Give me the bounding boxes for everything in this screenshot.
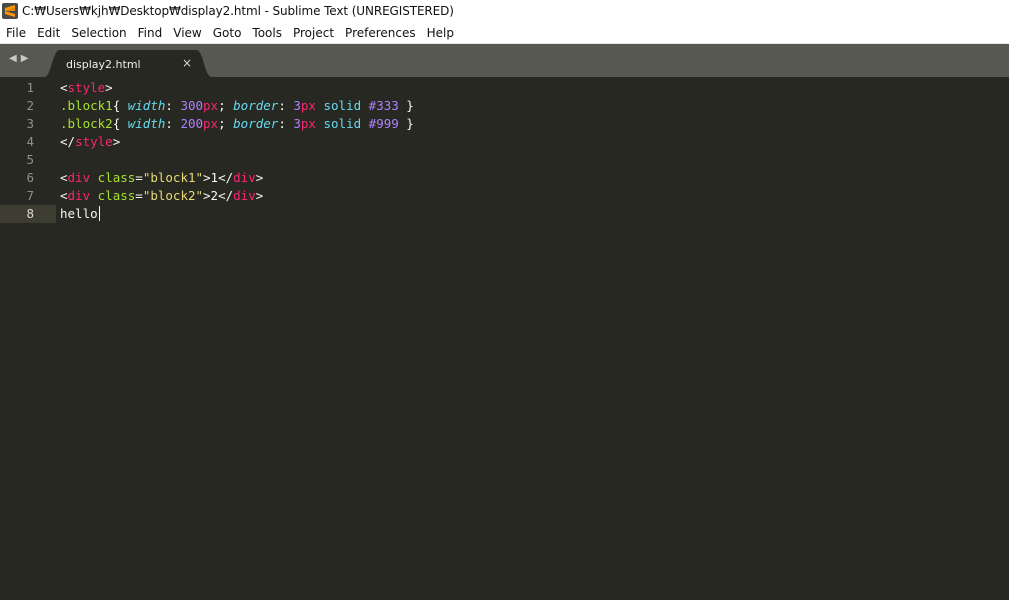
code-token: width	[127, 116, 166, 131]
line-number: 3	[26, 116, 34, 131]
code-token: px	[203, 116, 219, 131]
code-token: 300	[180, 98, 204, 113]
line-number-gutter: 1 2 3 4 5 6 7 8	[0, 79, 56, 223]
code-token: px	[300, 98, 316, 113]
close-icon[interactable]: ×	[182, 56, 192, 70]
menu-find[interactable]: Find	[132, 26, 168, 40]
tab-bar: ◀ ▶ display2.html ×	[0, 44, 1009, 77]
code-token: >	[105, 80, 113, 95]
code-token: style	[75, 134, 113, 149]
code-line[interactable]: .block2{ width: 200px; border: 3px solid…	[60, 115, 414, 133]
code-token: border	[233, 116, 279, 131]
text-cursor	[98, 206, 100, 221]
code-token: >2</	[203, 188, 234, 203]
code-token: =	[135, 188, 143, 203]
code-token: <	[60, 188, 68, 203]
chevron-right-icon[interactable]: ▶	[21, 53, 29, 65]
code-token: hello	[60, 206, 98, 221]
code-token: #333	[368, 98, 399, 113]
code-token: :	[278, 98, 294, 113]
code-token: width	[127, 98, 166, 113]
code-line[interactable]	[60, 151, 414, 169]
code-token: {	[112, 98, 128, 113]
code-token: .block1	[60, 98, 113, 113]
code-token: solid	[323, 116, 362, 131]
code-token: #999	[368, 116, 399, 131]
code-line[interactable]: <div class="block1">1</div>	[60, 169, 414, 187]
code-token: :	[165, 98, 181, 113]
line-number: 2	[26, 98, 34, 113]
code-token: div	[233, 188, 256, 203]
code-token: px	[300, 116, 316, 131]
code-token: 3	[293, 116, 301, 131]
code-view[interactable]: <style> .block1{ width: 300px; border: 3p…	[60, 79, 414, 223]
code-token: ;	[218, 116, 234, 131]
code-token: :	[165, 116, 181, 131]
code-token: solid	[323, 98, 362, 113]
code-token: style	[67, 80, 106, 95]
code-token: class	[97, 188, 136, 203]
code-token: div	[67, 170, 91, 185]
code-token: ;	[218, 98, 234, 113]
code-line[interactable]: <div class="block2">2</div>	[60, 187, 414, 205]
tab-display2-html[interactable]: display2.html ×	[44, 50, 212, 77]
menu-preferences[interactable]: Preferences	[339, 26, 421, 40]
code-token: >	[112, 134, 121, 149]
menu-selection[interactable]: Selection	[65, 26, 131, 40]
code-token: >	[255, 170, 264, 185]
code-token: </	[60, 134, 76, 149]
code-token: "block1"	[142, 170, 204, 185]
code-token: div	[67, 188, 91, 203]
line-number: 1	[26, 80, 34, 95]
code-line[interactable]: hello	[60, 205, 414, 223]
code-token: class	[97, 170, 136, 185]
tab-label: display2.html	[66, 58, 141, 71]
code-token: >1</	[203, 170, 234, 185]
menu-project[interactable]: Project	[287, 26, 339, 40]
sublime-text-logo-icon	[2, 3, 18, 19]
menu-tools[interactable]: Tools	[246, 26, 287, 40]
chevron-left-icon[interactable]: ◀	[9, 53, 17, 65]
menu-view[interactable]: View	[167, 26, 206, 40]
code-token: }	[398, 116, 414, 131]
code-line[interactable]: <style>	[60, 79, 414, 97]
line-number: 4	[26, 134, 34, 149]
code-token: }	[398, 98, 414, 113]
window-title: C:₩Users₩kjh₩Desktop₩display2.html - Sub…	[22, 4, 454, 18]
code-token: "block2"	[142, 188, 204, 203]
code-token: {	[112, 116, 128, 131]
code-token: div	[233, 170, 256, 185]
code-line[interactable]: </style>	[60, 133, 414, 151]
line-number: 5	[26, 152, 34, 167]
menu-goto[interactable]: Goto	[207, 26, 247, 40]
line-number: 7	[26, 188, 34, 203]
code-token: border	[233, 98, 279, 113]
menu-help[interactable]: Help	[421, 26, 459, 40]
code-token: =	[135, 170, 143, 185]
line-number: 8	[0, 205, 56, 223]
menu-bar: File Edit Selection Find View Goto Tools…	[0, 22, 1009, 44]
code-token: <	[60, 170, 68, 185]
code-line[interactable]: .block1{ width: 300px; border: 3px solid…	[60, 97, 414, 115]
code-token: .block2	[60, 116, 113, 131]
code-token: <	[60, 80, 68, 95]
menu-edit[interactable]: Edit	[31, 26, 65, 40]
code-token: 200	[180, 116, 204, 131]
code-token: px	[203, 98, 219, 113]
editor-area[interactable]: 12345678 <style> .block1{ width: 300px; b…	[0, 77, 1009, 600]
line-number: 6	[26, 170, 34, 185]
code-token: :	[278, 116, 294, 131]
code-token: >	[255, 188, 264, 203]
title-bar: C:₩Users₩kjh₩Desktop₩display2.html - Sub…	[0, 0, 1009, 22]
code-token: 3	[293, 98, 301, 113]
tab-navigation: ◀ ▶	[9, 53, 28, 65]
menu-file[interactable]: File	[0, 26, 31, 40]
